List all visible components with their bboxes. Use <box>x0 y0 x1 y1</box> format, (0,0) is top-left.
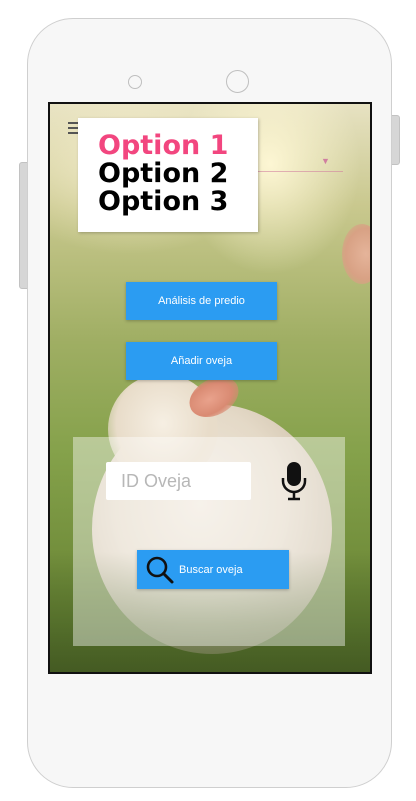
chevron-down-icon[interactable]: ▼ <box>321 156 330 166</box>
phone-side-button-right <box>391 115 400 165</box>
id-oveja-input[interactable] <box>106 462 251 500</box>
phone-sensor <box>226 70 249 93</box>
analisis-predio-button[interactable]: Análisis de predio <box>126 282 277 320</box>
buscar-oveja-label: Buscar oveja <box>179 563 243 576</box>
app-screen: ▼ Option 1 Option 2 Option 3 Análisis de… <box>48 102 372 674</box>
phone-camera <box>128 75 142 89</box>
dropdown-option-3[interactable]: Option 3 <box>98 188 258 216</box>
dropdown-option-2[interactable]: Option 2 <box>98 160 258 188</box>
buscar-oveja-button[interactable]: Buscar oveja <box>137 550 289 589</box>
microphone-icon[interactable] <box>279 460 309 502</box>
select-underline <box>255 171 343 172</box>
dropdown-option-1[interactable]: Option 1 <box>98 132 258 160</box>
options-dropdown: Option 1 Option 2 Option 3 <box>78 118 258 232</box>
search-panel: Buscar oveja <box>73 437 345 646</box>
second-lamb <box>342 224 370 284</box>
search-icon <box>146 556 174 583</box>
anadir-oveja-button[interactable]: Añadir oveja <box>126 342 277 380</box>
